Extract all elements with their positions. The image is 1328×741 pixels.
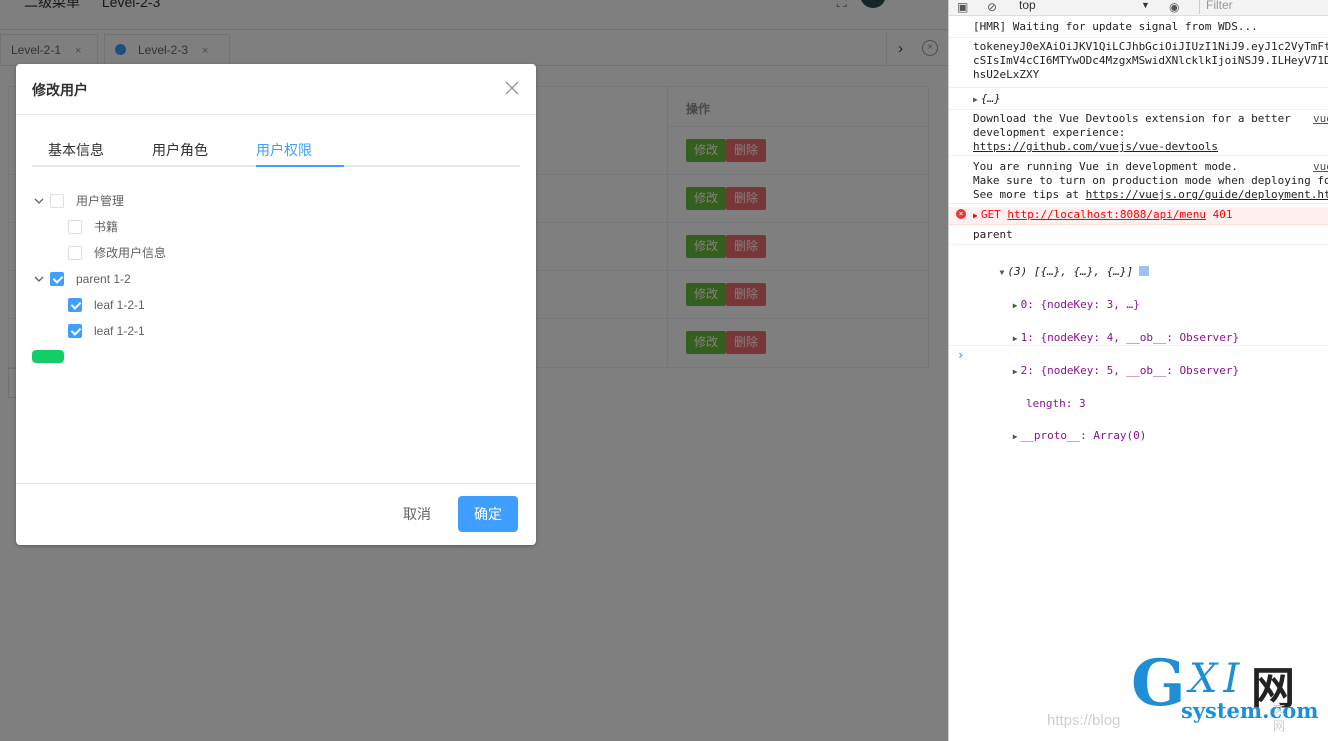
divider (16, 483, 536, 484)
tree-action-button[interactable] (32, 350, 64, 363)
console-prompt-icon[interactable]: › (957, 348, 964, 362)
message-text: You are running Vue in development mode. (973, 160, 1238, 173)
sidebar-toggle-icon[interactable]: ▣ (957, 0, 968, 14)
array-preview[interactable]: (3) [{…}, {…}, {…}] (1007, 265, 1133, 278)
object-preview[interactable]: {…} (981, 92, 1001, 105)
message-text: development experience: (973, 126, 1126, 139)
confirm-button[interactable]: 确定 (458, 496, 518, 532)
console-message: Download the Vue Devtools extension for … (949, 112, 1328, 156)
clear-console-icon[interactable]: ⊘ (987, 0, 997, 14)
tree-node-label: leaf 1-2-1 (94, 324, 145, 338)
cancel-button[interactable]: 取消 (384, 496, 450, 532)
devtools-link[interactable]: https://github.com/vuejs/vue-devtools (973, 140, 1218, 153)
eye-icon[interactable]: ◉ (1169, 0, 1179, 14)
checkbox[interactable] (50, 194, 64, 208)
tree-node[interactable]: 用户管理 (32, 188, 124, 214)
watermark-domain: system.com (1181, 698, 1319, 723)
message-text: [HMR] Waiting for update signal from WDS… (973, 20, 1258, 33)
checkbox-checked[interactable] (68, 298, 82, 312)
console-message: You are running Vue in development mode.… (949, 160, 1328, 204)
watermark-url: https://blog (1047, 712, 1121, 729)
tree-node[interactable]: parent 1-2 (32, 266, 131, 292)
expand-triangle-icon[interactable]: ▶ (1013, 364, 1018, 380)
request-url[interactable]: http://localhost:8088/api/menu (1007, 208, 1206, 221)
console-message: [HMR] Waiting for update signal from WDS… (949, 20, 1328, 38)
tree-node-label: leaf 1-2-1 (94, 298, 145, 312)
checkbox-checked[interactable] (50, 272, 64, 286)
array-item[interactable]: 1: {nodeKey: 4, __ob__: Observer} (1021, 331, 1240, 344)
deployment-link[interactable]: https://vuejs.org/guide/deployment.ht (1086, 188, 1328, 201)
edit-user-dialog: 修改用户 基本信息 用户角色 用户权限 用户管理 书籍 修改用户信息 paren… (16, 64, 536, 545)
divider (16, 114, 536, 115)
array-proto[interactable]: __proto__: Array(0) (1021, 429, 1147, 442)
dialog-tabs: 基本信息 用户角色 用户权限 (32, 136, 520, 167)
tree-node[interactable]: leaf 1-2-1 (68, 292, 145, 318)
context-select[interactable]: top (1019, 0, 1036, 12)
array-item[interactable]: 2: {nodeKey: 5, __ob__: Observer} (1021, 364, 1240, 377)
message-text: tokeneyJ0eXAiOiJKV1QiLCJhbGciOiJIUzI1NiJ… (973, 40, 1328, 53)
tree-node-label: 书籍 (94, 220, 119, 234)
error-icon: × (956, 209, 966, 219)
console-message: tokeneyJ0eXAiOiJKV1QiLCJhbGciOiJIUzI1NiJ… (949, 40, 1328, 88)
app-viewport: 二级菜单 Level-2-3 ⛶ A Level-2-1× Level-2-3×… (0, 0, 948, 741)
watermark-text: 文网 (1273, 702, 1286, 733)
array-length: length: 3 (1025, 397, 1086, 410)
caret-down-icon[interactable] (32, 272, 46, 286)
watermark-xi: XI (1189, 656, 1246, 702)
message-text: parent (973, 228, 1013, 241)
checkbox[interactable] (68, 246, 82, 260)
tree-node-label: 修改用户信息 (94, 246, 167, 260)
message-text: Make sure to turn on production mode whe… (973, 174, 1328, 187)
console-message[interactable]: ▶ {…} (949, 90, 1328, 110)
checkbox-checked[interactable] (68, 324, 82, 338)
devtools-console: ▣ ⊘ top ▼ ◉ Filter [HMR] Waiting for upd… (948, 0, 1328, 741)
caret-down-icon[interactable] (32, 194, 46, 208)
console-array-output: ▼ (3) [{…}, {…}, {…}] ▶ 0: {nodeKey: 3, …}… (949, 248, 1328, 442)
console-message: parent (949, 227, 1328, 245)
tab-basic-info[interactable]: 基本信息 (48, 140, 104, 160)
collapse-triangle-icon[interactable]: ▼ (1000, 265, 1005, 281)
expand-triangle-icon[interactable]: ▶ (1013, 429, 1018, 445)
message-text: hsU2eLxZXY (973, 68, 1040, 81)
dropdown-arrow-icon[interactable]: ▼ (1141, 0, 1150, 10)
expand-triangle-icon[interactable]: ▶ (1013, 331, 1018, 347)
tree-node-label: parent 1-2 (76, 272, 131, 286)
checkbox[interactable] (68, 220, 82, 234)
request-method: GET (980, 208, 1008, 221)
dialog-title: 修改用户 (32, 82, 88, 98)
tree-node[interactable]: 修改用户信息 (68, 240, 166, 266)
status-code: 401 (1206, 208, 1233, 221)
expand-triangle-icon[interactable]: ▶ (973, 209, 978, 223)
tab-user-permissions[interactable]: 用户权限 (256, 140, 312, 160)
message-text: Download the Vue Devtools extension for … (973, 112, 1291, 125)
message-text: cSIsImV4cCI6MTYwODc4MzgxMSwidXNlcklkIjoi… (973, 54, 1328, 67)
console-error: × ▶ GET http://localhost:8088/api/menu 401 (949, 207, 1328, 225)
tab-active-bar (256, 165, 344, 167)
source-link[interactable]: vue (1313, 160, 1328, 174)
array-item[interactable]: 0: {nodeKey: 3, …} (1021, 298, 1140, 311)
watermark-g: G (1131, 646, 1186, 721)
close-icon[interactable] (504, 80, 520, 96)
tab-user-roles[interactable]: 用户角色 (152, 140, 208, 160)
tree-node[interactable]: 书籍 (68, 214, 118, 240)
source-link[interactable]: vue (1313, 112, 1328, 126)
expand-triangle-icon[interactable]: ▶ (973, 93, 978, 107)
filter-input[interactable]: Filter (1199, 0, 1328, 14)
expand-triangle-icon[interactable]: ▶ (1013, 298, 1018, 314)
console-toolbar: ▣ ⊘ top ▼ ◉ Filter (949, 0, 1328, 16)
message-text: See more tips at (973, 188, 1086, 201)
tree-node[interactable]: leaf 1-2-1 (68, 318, 145, 344)
info-icon[interactable] (1139, 266, 1150, 276)
tree-node-label: 用户管理 (76, 194, 125, 208)
